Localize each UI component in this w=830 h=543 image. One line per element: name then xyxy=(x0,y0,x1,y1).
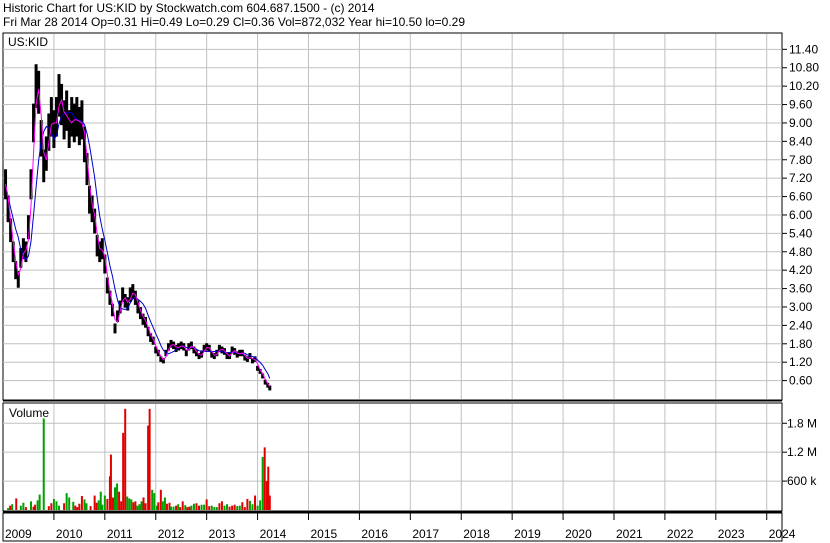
x-tick-label-2019: 2019 xyxy=(514,527,541,541)
volume-y-tick-label: 1.8 M xyxy=(787,416,817,430)
x-tick-label-2016: 2016 xyxy=(361,527,388,541)
price-y-tick-label: 6.60 xyxy=(789,190,813,204)
price-y-tick-label: 6.00 xyxy=(789,208,813,222)
price-y-tick-label: 2.40 xyxy=(789,318,813,332)
x-tick-label-2022: 2022 xyxy=(667,527,694,541)
x-tick-label-2017: 2017 xyxy=(412,527,439,541)
price-y-tick-label: 7.20 xyxy=(789,171,813,185)
x-tick-label-2013: 2013 xyxy=(209,527,236,541)
price-y-tick-label: 10.20 xyxy=(789,79,819,93)
price-y-tick-label: 4.80 xyxy=(789,245,813,259)
volume-y-tick-labels: 1.8 M 1.2 M 600 k xyxy=(782,416,817,488)
volume-panel-title: Volume xyxy=(9,406,49,420)
price-y-tick-label: 8.40 xyxy=(789,134,813,148)
price-y-tick-label: 5.40 xyxy=(789,226,813,240)
price-panel-title: US:KID xyxy=(8,35,48,49)
price-y-tick-label: 9.00 xyxy=(789,116,813,130)
volume-y-tick-label: 1.2 M xyxy=(787,445,817,459)
stock-chart: 11.40 10.80 10.20 9.60 9.00 8.40 7.80 7.20 6.60 6… xyxy=(2,32,819,542)
x-tick-label-2009: 2009 xyxy=(5,527,32,541)
x-tick-label-2021: 2021 xyxy=(616,527,643,541)
x-tick-label-2014: 2014 xyxy=(260,527,287,541)
price-y-tick-label: 1.20 xyxy=(789,355,813,369)
price-y-tick-label: 3.60 xyxy=(789,282,813,296)
x-tick-label-2011: 2011 xyxy=(107,527,133,541)
x-tick-label-2015: 2015 xyxy=(310,527,337,541)
price-y-tick-label: 4.20 xyxy=(789,263,813,277)
volume-y-tick-label: 600 k xyxy=(787,474,817,488)
price-y-tick-label: 9.60 xyxy=(789,98,813,112)
x-tick-label-2012: 2012 xyxy=(158,527,185,541)
chart-window: Historic Chart for US:KID by Stockwatch.… xyxy=(0,0,830,543)
price-y-tick-label: 10.80 xyxy=(789,61,819,75)
x-tick-label-2024: 2024 xyxy=(769,527,796,541)
price-y-tick-label: 11.40 xyxy=(789,42,818,56)
price-y-tick-label: 1.80 xyxy=(789,337,813,351)
x-tick-label-2020: 2020 xyxy=(565,527,592,541)
price-y-tick-labels: 11.40 10.80 10.20 9.60 9.00 8.40 7.80 7.20 6.60 6… xyxy=(782,42,819,388)
x-tick-label-2018: 2018 xyxy=(463,527,490,541)
price-y-tick-label: 3.00 xyxy=(789,300,813,314)
price-y-tick-label: 7.80 xyxy=(789,153,813,167)
x-tick-label-2023: 2023 xyxy=(718,527,745,541)
price-y-tick-label: 0.60 xyxy=(789,374,813,388)
x-tick-label-2010: 2010 xyxy=(56,527,83,541)
